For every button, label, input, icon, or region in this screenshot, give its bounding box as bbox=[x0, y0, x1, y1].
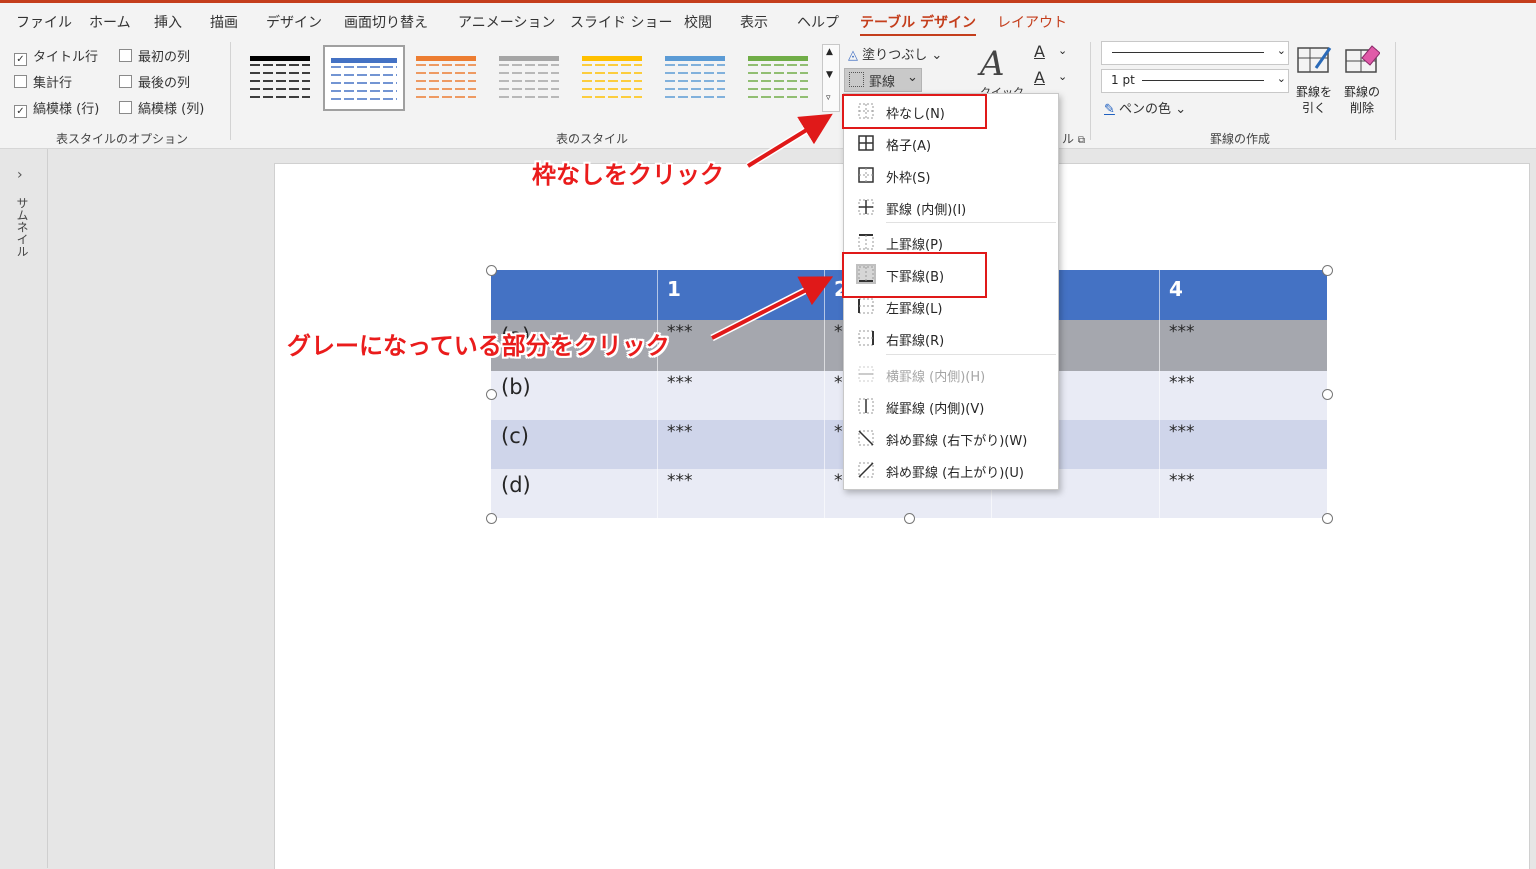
arrow-to-bottom-border bbox=[711, 276, 834, 340]
annotation-click-no-border: 枠なしをクリック bbox=[532, 161, 724, 189]
arrow-to-no-border bbox=[746, 113, 833, 168]
annotation-arrows bbox=[710, 113, 834, 342]
annotation-click-gray: グレーになっている部分をクリック bbox=[287, 332, 670, 360]
